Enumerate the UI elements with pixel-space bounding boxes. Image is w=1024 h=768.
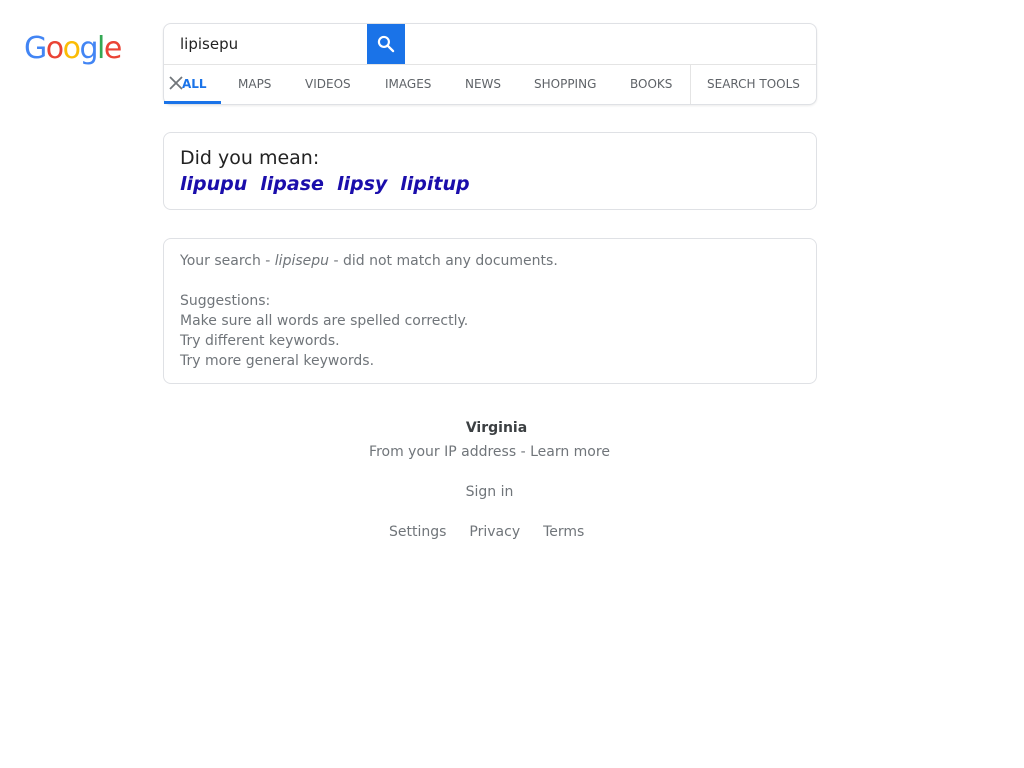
- no-results-suffix: - did not match any documents.: [329, 253, 558, 269]
- did-you-mean-suggestions: lipupu lipase lipsy lipitup: [180, 173, 483, 195]
- active-tab-indicator: [164, 101, 221, 104]
- search-button[interactable]: [367, 24, 405, 64]
- search-tabs: ALL MAPS VIDEOS IMAGES NEWS SHOPPING BOO…: [164, 65, 816, 104]
- suggestions-label: Suggestions:: [180, 293, 271, 309]
- tab-shopping[interactable]: SHOPPING: [534, 65, 596, 104]
- tab-search-tools[interactable]: SEARCH TOOLS: [707, 65, 800, 104]
- tab-maps[interactable]: MAPS: [238, 65, 271, 104]
- privacy-link[interactable]: Privacy: [469, 524, 520, 540]
- suggestion-link[interactable]: lipupu: [180, 173, 247, 195]
- logo-letter: l: [97, 31, 105, 66]
- logo-letter: e: [103, 31, 122, 66]
- tab-separator: [690, 65, 691, 104]
- tab-news[interactable]: NEWS: [465, 65, 501, 104]
- tab-images[interactable]: IMAGES: [385, 65, 431, 104]
- no-results-query: lipisepu: [274, 253, 330, 269]
- suggestion-tip: Try more general keywords.: [180, 353, 375, 369]
- suggestion-link[interactable]: lipsy: [337, 173, 387, 195]
- settings-link[interactable]: Settings: [389, 524, 446, 540]
- no-results-message: Your search - lipisepu - did not match a…: [180, 251, 558, 271]
- footer-ip-line: From your IP address - Learn more: [0, 444, 979, 460]
- search-row: [164, 24, 816, 64]
- search-input[interactable]: [180, 32, 360, 56]
- learn-more-link[interactable]: Learn more: [530, 444, 610, 460]
- logo-letter: o: [45, 31, 64, 66]
- did-you-mean-title: Did you mean:: [180, 147, 320, 169]
- no-results-card: Your search - lipisepu - did not match a…: [163, 238, 817, 384]
- no-results-prefix: Your search -: [180, 253, 275, 269]
- footer-location: Virginia: [465, 420, 528, 436]
- tab-videos[interactable]: VIDEOS: [305, 65, 351, 104]
- terms-link[interactable]: Terms: [543, 524, 584, 540]
- search-box: ALL MAPS VIDEOS IMAGES NEWS SHOPPING BOO…: [163, 23, 817, 105]
- footer-ip-text: From your IP address -: [369, 444, 531, 460]
- did-you-mean-card: Did you mean: lipupu lipase lipsy lipitup: [163, 132, 817, 210]
- google-logo[interactable]: Google: [24, 30, 122, 68]
- logo-letter: G: [24, 31, 47, 66]
- sign-in-link[interactable]: Sign in: [0, 484, 979, 500]
- logo-letter: g: [79, 31, 98, 66]
- logo-letter: o: [62, 31, 81, 66]
- tab-all[interactable]: ALL: [182, 65, 207, 104]
- suggestion-tip: Make sure all words are spelled correctl…: [180, 313, 469, 329]
- footer-links: Settings Privacy Terms: [389, 524, 607, 540]
- tab-books[interactable]: BOOKS: [630, 65, 672, 104]
- suggestion-tip: Try different keywords.: [180, 333, 340, 349]
- suggestion-link[interactable]: lipitup: [400, 173, 469, 195]
- search-icon: [377, 35, 395, 53]
- suggestion-link[interactable]: lipase: [260, 173, 324, 195]
